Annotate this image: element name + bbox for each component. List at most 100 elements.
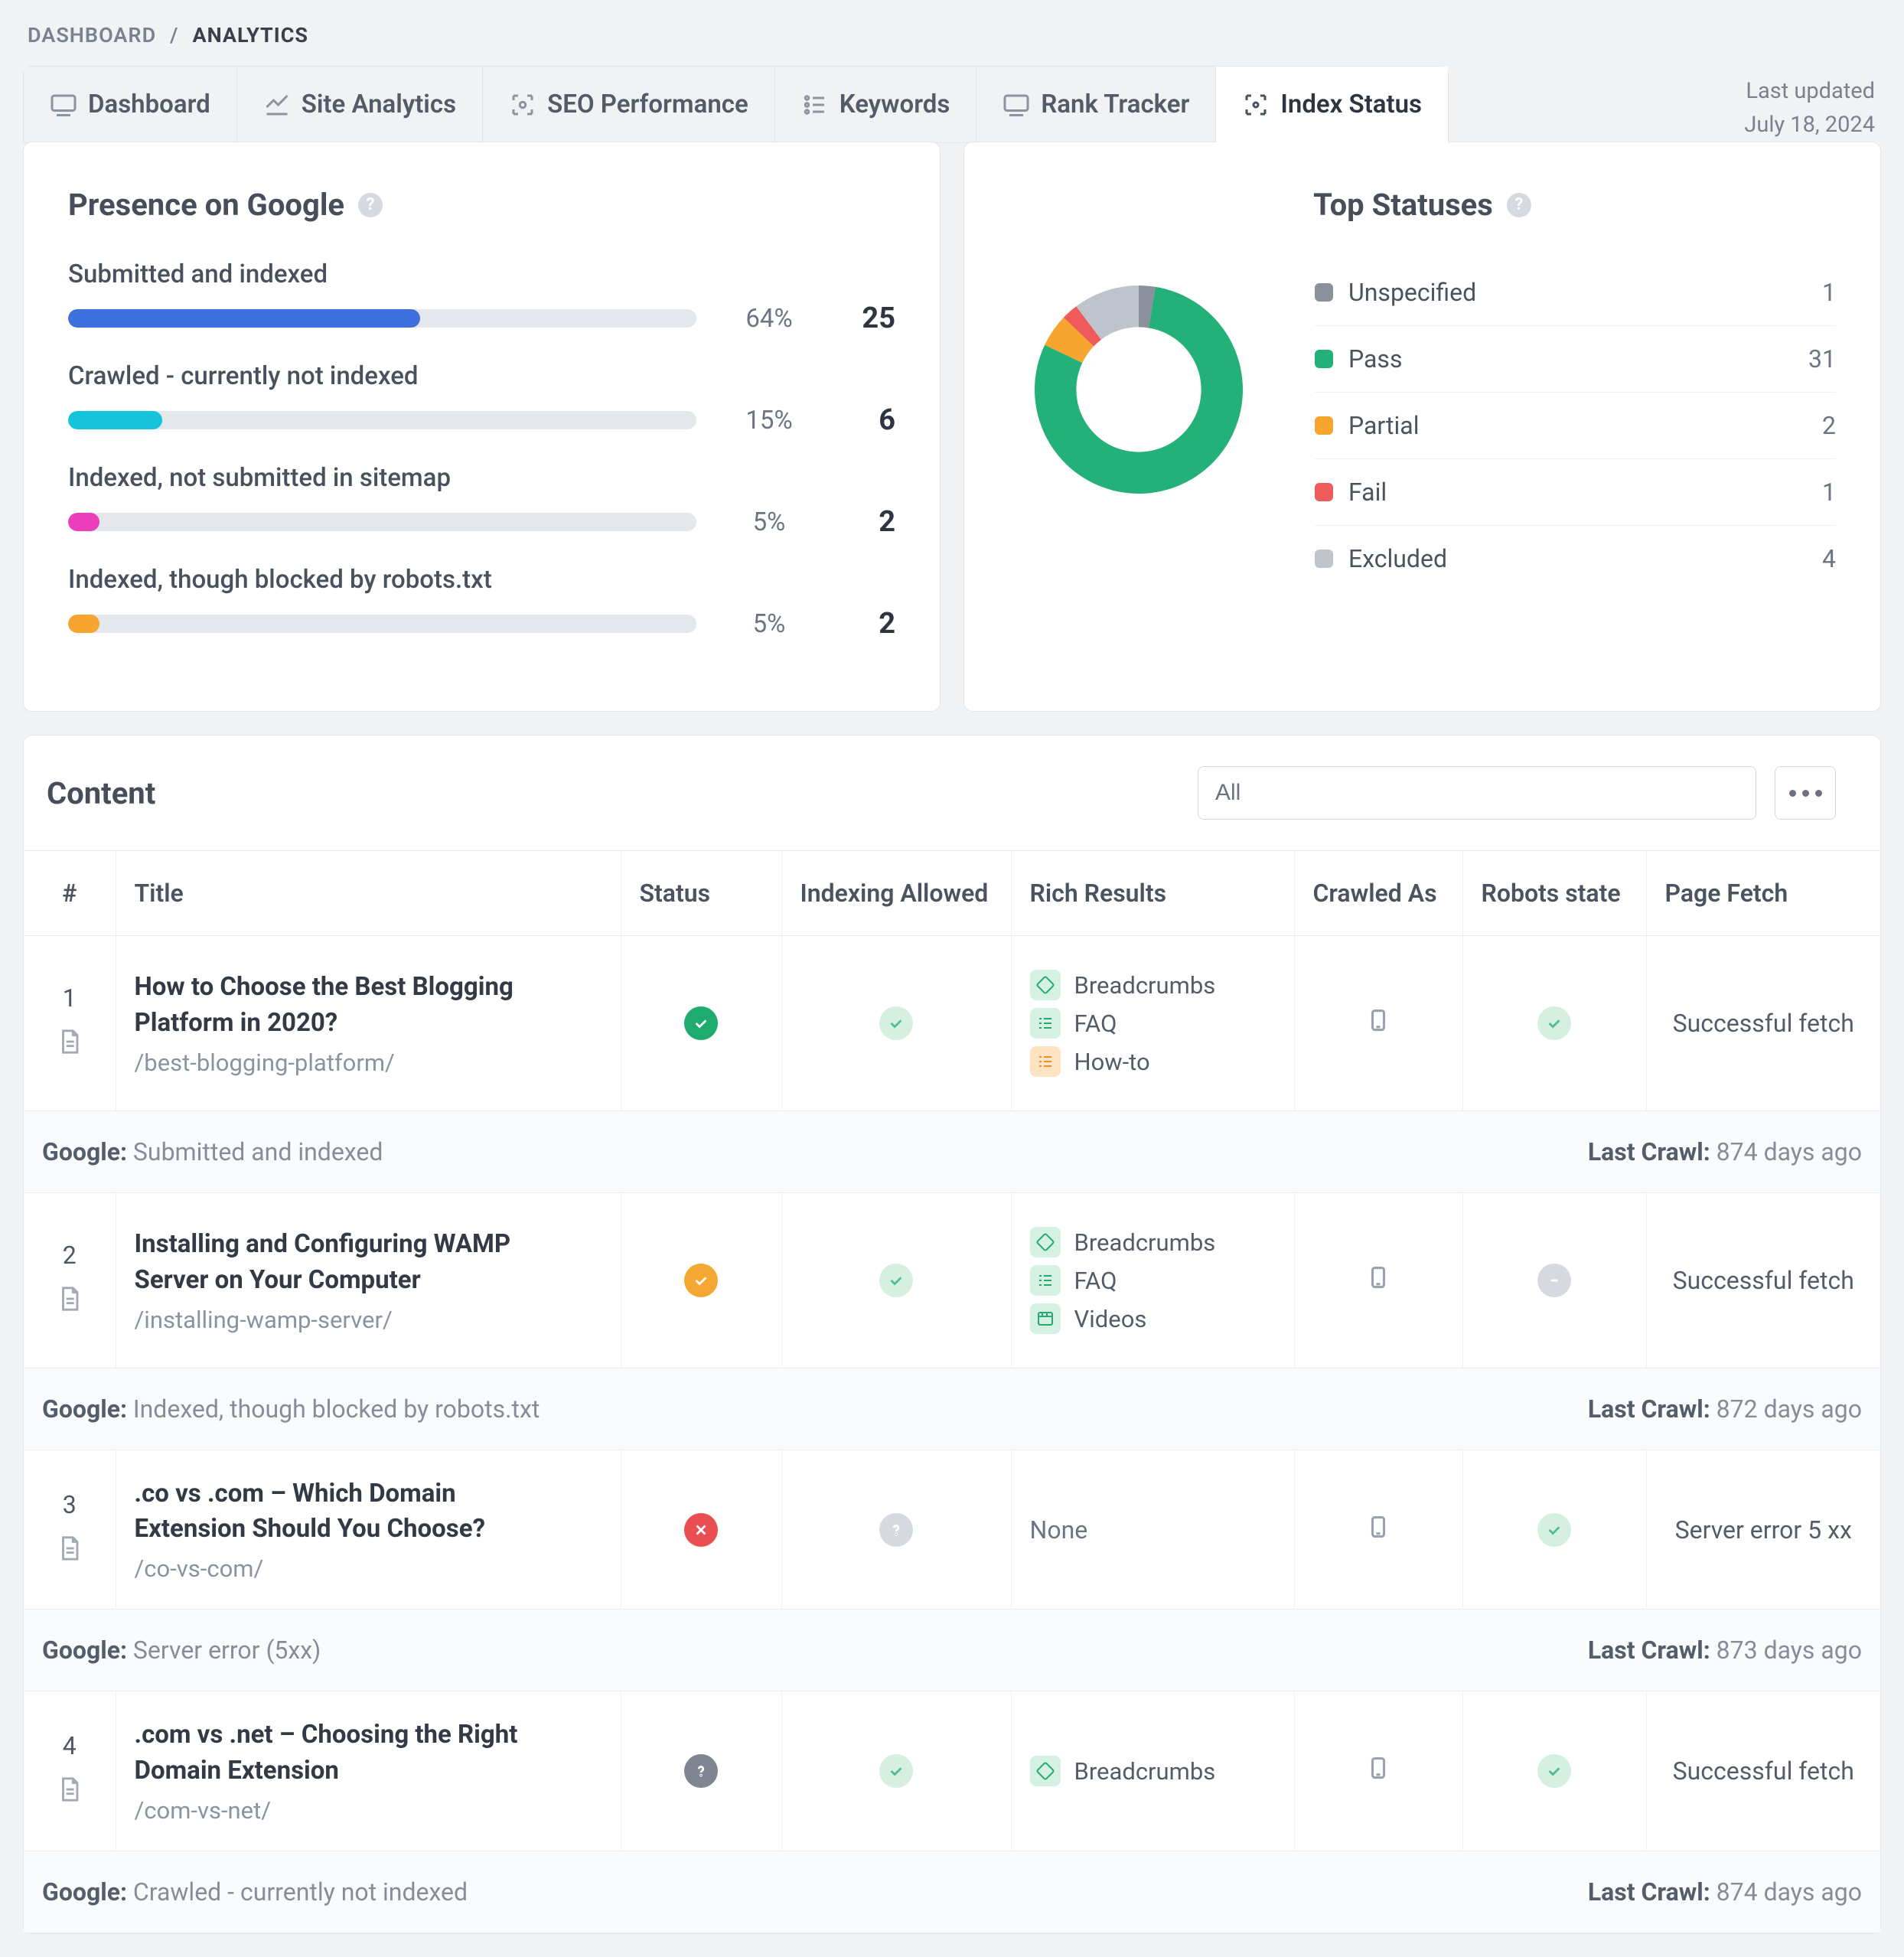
legend-value: 2	[1822, 411, 1836, 440]
fetch-status: Successful fetch	[1646, 1193, 1880, 1368]
tab-label: Dashboard	[88, 90, 210, 119]
row-index: 3	[42, 1490, 97, 1519]
rich-result-item: FAQ	[1030, 1008, 1276, 1039]
table-row[interactable]: 2 Installing and Configuring WAMP Server…	[24, 1193, 1880, 1368]
dash-soft-icon	[1537, 1264, 1571, 1297]
check-soft-icon	[1537, 1754, 1571, 1788]
rich-none: None	[1030, 1515, 1088, 1544]
swatch-icon	[1315, 283, 1333, 302]
tab-label: Keywords	[840, 90, 950, 119]
row-slug: /best-blogging-platform/	[135, 1049, 602, 1077]
mobile-icon	[1367, 1522, 1390, 1551]
col-status: Status	[621, 851, 781, 936]
metric-label: Submitted and indexed	[68, 259, 895, 289]
summary-row: Google: Submitted and indexed Last Crawl…	[24, 1111, 1880, 1193]
metric-value: 2	[842, 607, 895, 641]
last-crawl-value: 872 days ago	[1717, 1394, 1862, 1424]
breadcrumb-current: ANALYTICS	[192, 23, 308, 47]
tabs: Dashboard Site Analytics SEO Performance…	[23, 66, 1449, 143]
tab-label: Index Status	[1280, 90, 1422, 119]
tab-dashboard[interactable]: Dashboard	[24, 67, 237, 142]
metric-value: 25	[842, 302, 895, 335]
row-index: 1	[42, 983, 97, 1013]
row-title[interactable]: .co vs .com – Which Domain Extension Sho…	[135, 1476, 563, 1547]
col-rich: Rich Results	[1011, 851, 1294, 936]
last-crawl-label: Last Crawl:	[1588, 1877, 1710, 1906]
help-icon[interactable]: ?	[358, 193, 383, 217]
breadcrumbs-icon	[1030, 1227, 1061, 1257]
last-crawl-value: 874 days ago	[1717, 1137, 1862, 1166]
more-button[interactable]	[1775, 766, 1836, 820]
faq-icon	[1030, 1265, 1061, 1296]
tab-label: Rank Tracker	[1041, 90, 1189, 119]
google-status: Crawled - currently not indexed	[133, 1877, 468, 1906]
check-soft-icon	[1537, 1513, 1571, 1547]
google-status: Server error (5xx)	[133, 1636, 321, 1665]
breadcrumbs-icon	[1030, 1756, 1061, 1786]
tab-site-analytics[interactable]: Site Analytics	[237, 67, 483, 142]
table-row[interactable]: 4 .com vs .net – Choosing the Right Doma…	[24, 1691, 1880, 1851]
legend-label: Pass	[1348, 344, 1793, 373]
last-crawl-value: 874 days ago	[1717, 1877, 1862, 1906]
row-title[interactable]: How to Choose the Best Blogging Platform…	[135, 970, 563, 1040]
content-filter-input[interactable]	[1198, 766, 1756, 820]
metric-label: Indexed, not submitted in sitemap	[68, 463, 895, 493]
tab-keywords[interactable]: Keywords	[775, 67, 977, 142]
target-icon	[509, 91, 536, 119]
faq-icon	[1030, 1008, 1061, 1039]
fetch-status: Successful fetch	[1646, 1691, 1880, 1851]
metric-bar	[68, 513, 696, 531]
question-soft-icon	[879, 1513, 913, 1547]
status-partial-icon	[684, 1264, 718, 1297]
tab-index-status[interactable]: Index Status	[1216, 67, 1448, 145]
monitor-icon	[50, 91, 77, 119]
fetch-status: Server error 5 xx	[1646, 1450, 1880, 1610]
metric-bar	[68, 615, 696, 633]
page-icon	[42, 1283, 97, 1320]
legend-value: 1	[1822, 478, 1836, 507]
videos-icon	[1030, 1303, 1061, 1334]
help-icon[interactable]: ?	[1507, 193, 1531, 217]
check-soft-icon	[879, 1264, 913, 1297]
metric-value: 6	[842, 403, 895, 437]
metric-bar	[68, 411, 696, 429]
metric-label: Crawled - currently not indexed	[68, 361, 895, 391]
col-index: #	[24, 851, 116, 936]
how-to-icon	[1030, 1046, 1061, 1077]
google-label: Google:	[42, 1877, 127, 1906]
presence-title: Presence on Google ?	[68, 187, 895, 223]
last-crawl-value: 873 days ago	[1717, 1636, 1862, 1665]
col-indexing: Indexing Allowed	[781, 851, 1011, 936]
tab-label: Site Analytics	[302, 90, 456, 119]
top-statuses-title: Top Statuses ?	[1009, 187, 1836, 223]
table-row[interactable]: 1 How to Choose the Best Blogging Platfo…	[24, 936, 1880, 1111]
tab-label: SEO Performance	[547, 90, 748, 119]
legend-row: Fail 1	[1315, 459, 1836, 526]
row-slug: /com-vs-net/	[135, 1796, 602, 1825]
row-slug: /installing-wamp-server/	[135, 1306, 602, 1334]
table-row[interactable]: 3 .co vs .com – Which Domain Extension S…	[24, 1450, 1880, 1610]
row-index: 2	[42, 1241, 97, 1270]
rich-result-item: FAQ	[1030, 1265, 1276, 1296]
legend-label: Unspecified	[1348, 278, 1807, 307]
status-unknown-icon	[684, 1754, 718, 1788]
status-fail-icon	[684, 1513, 718, 1547]
check-soft-icon	[879, 1006, 913, 1040]
google-label: Google:	[42, 1636, 127, 1665]
tab-rank-tracker[interactable]: Rank Tracker	[976, 67, 1216, 142]
page-icon	[42, 1533, 97, 1570]
presence-metric: Submitted and indexed 64% 25	[68, 259, 895, 335]
row-title[interactable]: .com vs .net – Choosing the Right Domain…	[135, 1717, 563, 1788]
chart-icon	[263, 91, 291, 119]
top-statuses-title-text: Top Statuses	[1313, 187, 1493, 223]
rich-result-item: Breadcrumbs	[1030, 1227, 1276, 1257]
content-card: Content # Title Status Indexing Allowed …	[23, 735, 1881, 1934]
google-label: Google:	[42, 1137, 127, 1166]
swatch-icon	[1315, 416, 1333, 435]
breadcrumb-root[interactable]: DASHBOARD	[28, 23, 156, 47]
tab-seo-performance[interactable]: SEO Performance	[483, 67, 775, 142]
list-icon	[801, 91, 829, 119]
row-title[interactable]: Installing and Configuring WAMP Server o…	[135, 1227, 563, 1297]
last-updated-label: Last updated	[1744, 75, 1875, 109]
presence-metric: Indexed, though blocked by robots.txt 5%…	[68, 565, 895, 641]
